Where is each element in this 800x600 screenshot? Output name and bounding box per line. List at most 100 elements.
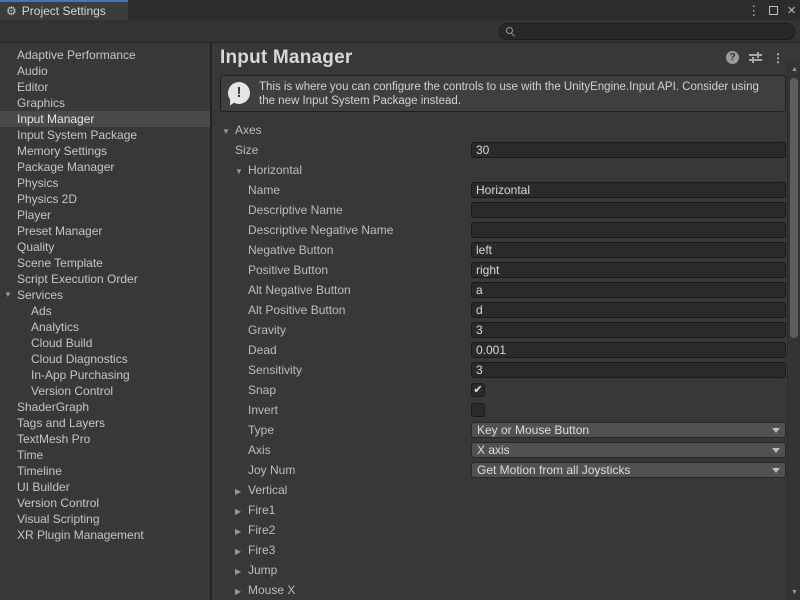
sidebar-item-input-system-package[interactable]: Input System Package <box>0 127 210 143</box>
chevron-down-icon[interactable]: ▼ <box>235 162 243 182</box>
sidebar-item-script-execution-order[interactable]: Script Execution Order <box>0 271 210 287</box>
text-field-descriptive-name[interactable] <box>471 202 786 218</box>
maximize-icon[interactable] <box>769 6 778 15</box>
settings-rows: ▼AxesSize▼HorizontalNameDescriptive Name… <box>212 120 800 600</box>
text-field-alt-positive-button[interactable] <box>471 302 786 318</box>
close-icon[interactable]: × <box>787 3 796 18</box>
sidebar-item-cloud-build[interactable]: Cloud Build <box>0 335 210 351</box>
text-field-positive-button[interactable] <box>471 262 786 278</box>
sidebar-item-label: Script Execution Order <box>17 272 138 286</box>
dropdown-type[interactable]: Key or Mouse Button <box>471 422 786 438</box>
text-field-size[interactable] <box>471 142 786 158</box>
sidebar-item-player[interactable]: Player <box>0 207 210 223</box>
sidebar-item-package-manager[interactable]: Package Manager <box>0 159 210 175</box>
foldout-fire2[interactable]: ▶Fire2 <box>235 520 275 542</box>
sidebar-item-timeline[interactable]: Timeline <box>0 463 210 479</box>
sidebar-item-label: Input Manager <box>17 112 94 126</box>
presets-icon[interactable] <box>749 52 762 63</box>
sidebar-item-tags-and-layers[interactable]: Tags and Layers <box>0 415 210 431</box>
tab-project-settings[interactable]: ⚙ Project Settings <box>0 0 128 20</box>
sidebar-item-adaptive-performance[interactable]: Adaptive Performance <box>0 47 210 63</box>
chevron-down-icon[interactable]: ▼ <box>222 122 230 142</box>
sidebar-item-memory-settings[interactable]: Memory Settings <box>0 143 210 159</box>
row-size: Size <box>212 140 800 160</box>
foldout-axes[interactable]: ▼Axes <box>222 120 262 142</box>
sidebar-item-ads[interactable]: Ads <box>0 303 210 319</box>
vertical-scrollbar[interactable]: ▲ ▼ <box>787 62 800 600</box>
text-field-name[interactable] <box>471 182 786 198</box>
sidebar-item-label: XR Plugin Management <box>17 528 144 542</box>
chevron-right-icon[interactable]: ▶ <box>235 542 243 562</box>
sidebar-item-preset-manager[interactable]: Preset Manager <box>0 223 210 239</box>
kebab-menu-icon[interactable]: ⋮ <box>772 52 784 64</box>
search-box[interactable] <box>499 23 795 40</box>
sidebar-item-version-control[interactable]: Version Control <box>0 495 210 511</box>
help-icon[interactable]: ? <box>726 51 739 64</box>
dropdown-joy-num[interactable]: Get Motion from all Joysticks <box>471 462 786 478</box>
search-input[interactable] <box>519 25 779 37</box>
row-axis: AxisX axis <box>212 440 800 460</box>
settings-sidebar: Adaptive PerformanceAudioEditorGraphicsI… <box>0 43 212 600</box>
scrollbar-thumb[interactable] <box>790 78 798 338</box>
sidebar-item-physics-2d[interactable]: Physics 2D <box>0 191 210 207</box>
chevron-right-icon[interactable]: ▶ <box>235 562 243 582</box>
sidebar-item-editor[interactable]: Editor <box>0 79 210 95</box>
sidebar-item-label: In-App Purchasing <box>31 368 130 382</box>
row-fire3: ▶Fire3 <box>212 540 800 560</box>
sidebar-item-cloud-diagnostics[interactable]: Cloud Diagnostics <box>0 351 210 367</box>
text-field-dead[interactable] <box>471 342 786 358</box>
control-descriptive-negative-name <box>471 222 786 238</box>
sidebar-item-label: TextMesh Pro <box>17 432 90 446</box>
sidebar-item-scene-template[interactable]: Scene Template <box>0 255 210 271</box>
sidebar-item-analytics[interactable]: Analytics <box>0 319 210 335</box>
sidebar-item-label: Cloud Diagnostics <box>31 352 128 366</box>
field-label-name: Name <box>248 180 280 200</box>
sidebar-item-ui-builder[interactable]: UI Builder <box>0 479 210 495</box>
sidebar-item-quality[interactable]: Quality <box>0 239 210 255</box>
sidebar-item-textmesh-pro[interactable]: TextMesh Pro <box>0 431 210 447</box>
foldout-jump[interactable]: ▶Jump <box>235 560 277 582</box>
chevron-right-icon[interactable]: ▶ <box>235 482 243 502</box>
window-controls: ⋮ × <box>747 0 796 20</box>
sidebar-item-graphics[interactable]: Graphics <box>0 95 210 111</box>
sidebar-item-xr-plugin-management[interactable]: XR Plugin Management <box>0 527 210 543</box>
window-menu-icon[interactable]: ⋮ <box>747 4 760 17</box>
text-field-alt-negative-button[interactable] <box>471 282 786 298</box>
row-mouse-x: ▶Mouse X <box>212 580 800 600</box>
sidebar-item-visual-scripting[interactable]: Visual Scripting <box>0 511 210 527</box>
chevron-right-icon[interactable]: ▶ <box>235 522 243 542</box>
sidebar-item-version-control[interactable]: Version Control <box>0 383 210 399</box>
checkbox-invert[interactable] <box>471 403 485 417</box>
sidebar-item-physics[interactable]: Physics <box>0 175 210 191</box>
sidebar-item-shadergraph[interactable]: ShaderGraph <box>0 399 210 415</box>
text-field-negative-button[interactable] <box>471 242 786 258</box>
sidebar-item-audio[interactable]: Audio <box>0 63 210 79</box>
info-text: This is where you can configure the cont… <box>259 80 777 108</box>
dropdown-axis[interactable]: X axis <box>471 442 786 458</box>
text-field-descriptive-negative-name[interactable] <box>471 222 786 238</box>
foldout-mouse-x[interactable]: ▶Mouse X <box>235 580 295 600</box>
sidebar-item-input-manager[interactable]: Input Manager <box>0 111 210 127</box>
sidebar-item-services[interactable]: ▼Services <box>0 287 210 303</box>
foldout-fire3[interactable]: ▶Fire3 <box>235 540 275 562</box>
chevron-down-icon[interactable]: ▼ <box>4 287 12 303</box>
chevron-right-icon[interactable]: ▶ <box>235 582 243 600</box>
row-joy-num: Joy NumGet Motion from all Joysticks <box>212 460 800 480</box>
chevron-down-icon <box>772 468 780 473</box>
foldout-fire1[interactable]: ▶Fire1 <box>235 500 275 522</box>
field-label-negative-button: Negative Button <box>248 240 333 260</box>
text-field-gravity[interactable] <box>471 322 786 338</box>
checkbox-snap[interactable]: ✔ <box>471 383 485 397</box>
row-descriptive-name: Descriptive Name <box>212 200 800 220</box>
foldout-horizontal[interactable]: ▼Horizontal <box>235 160 302 182</box>
text-field-sensitivity[interactable] <box>471 362 786 378</box>
field-label-gravity: Gravity <box>248 320 286 340</box>
chevron-right-icon[interactable]: ▶ <box>235 502 243 522</box>
scroll-down-icon[interactable]: ▼ <box>788 587 800 599</box>
sidebar-item-label: Adaptive Performance <box>17 48 136 62</box>
foldout-vertical[interactable]: ▶Vertical <box>235 480 287 502</box>
scroll-up-icon[interactable]: ▲ <box>788 64 800 76</box>
row-snap: Snap✔ <box>212 380 800 400</box>
sidebar-item-time[interactable]: Time <box>0 447 210 463</box>
sidebar-item-in-app-purchasing[interactable]: In-App Purchasing <box>0 367 210 383</box>
